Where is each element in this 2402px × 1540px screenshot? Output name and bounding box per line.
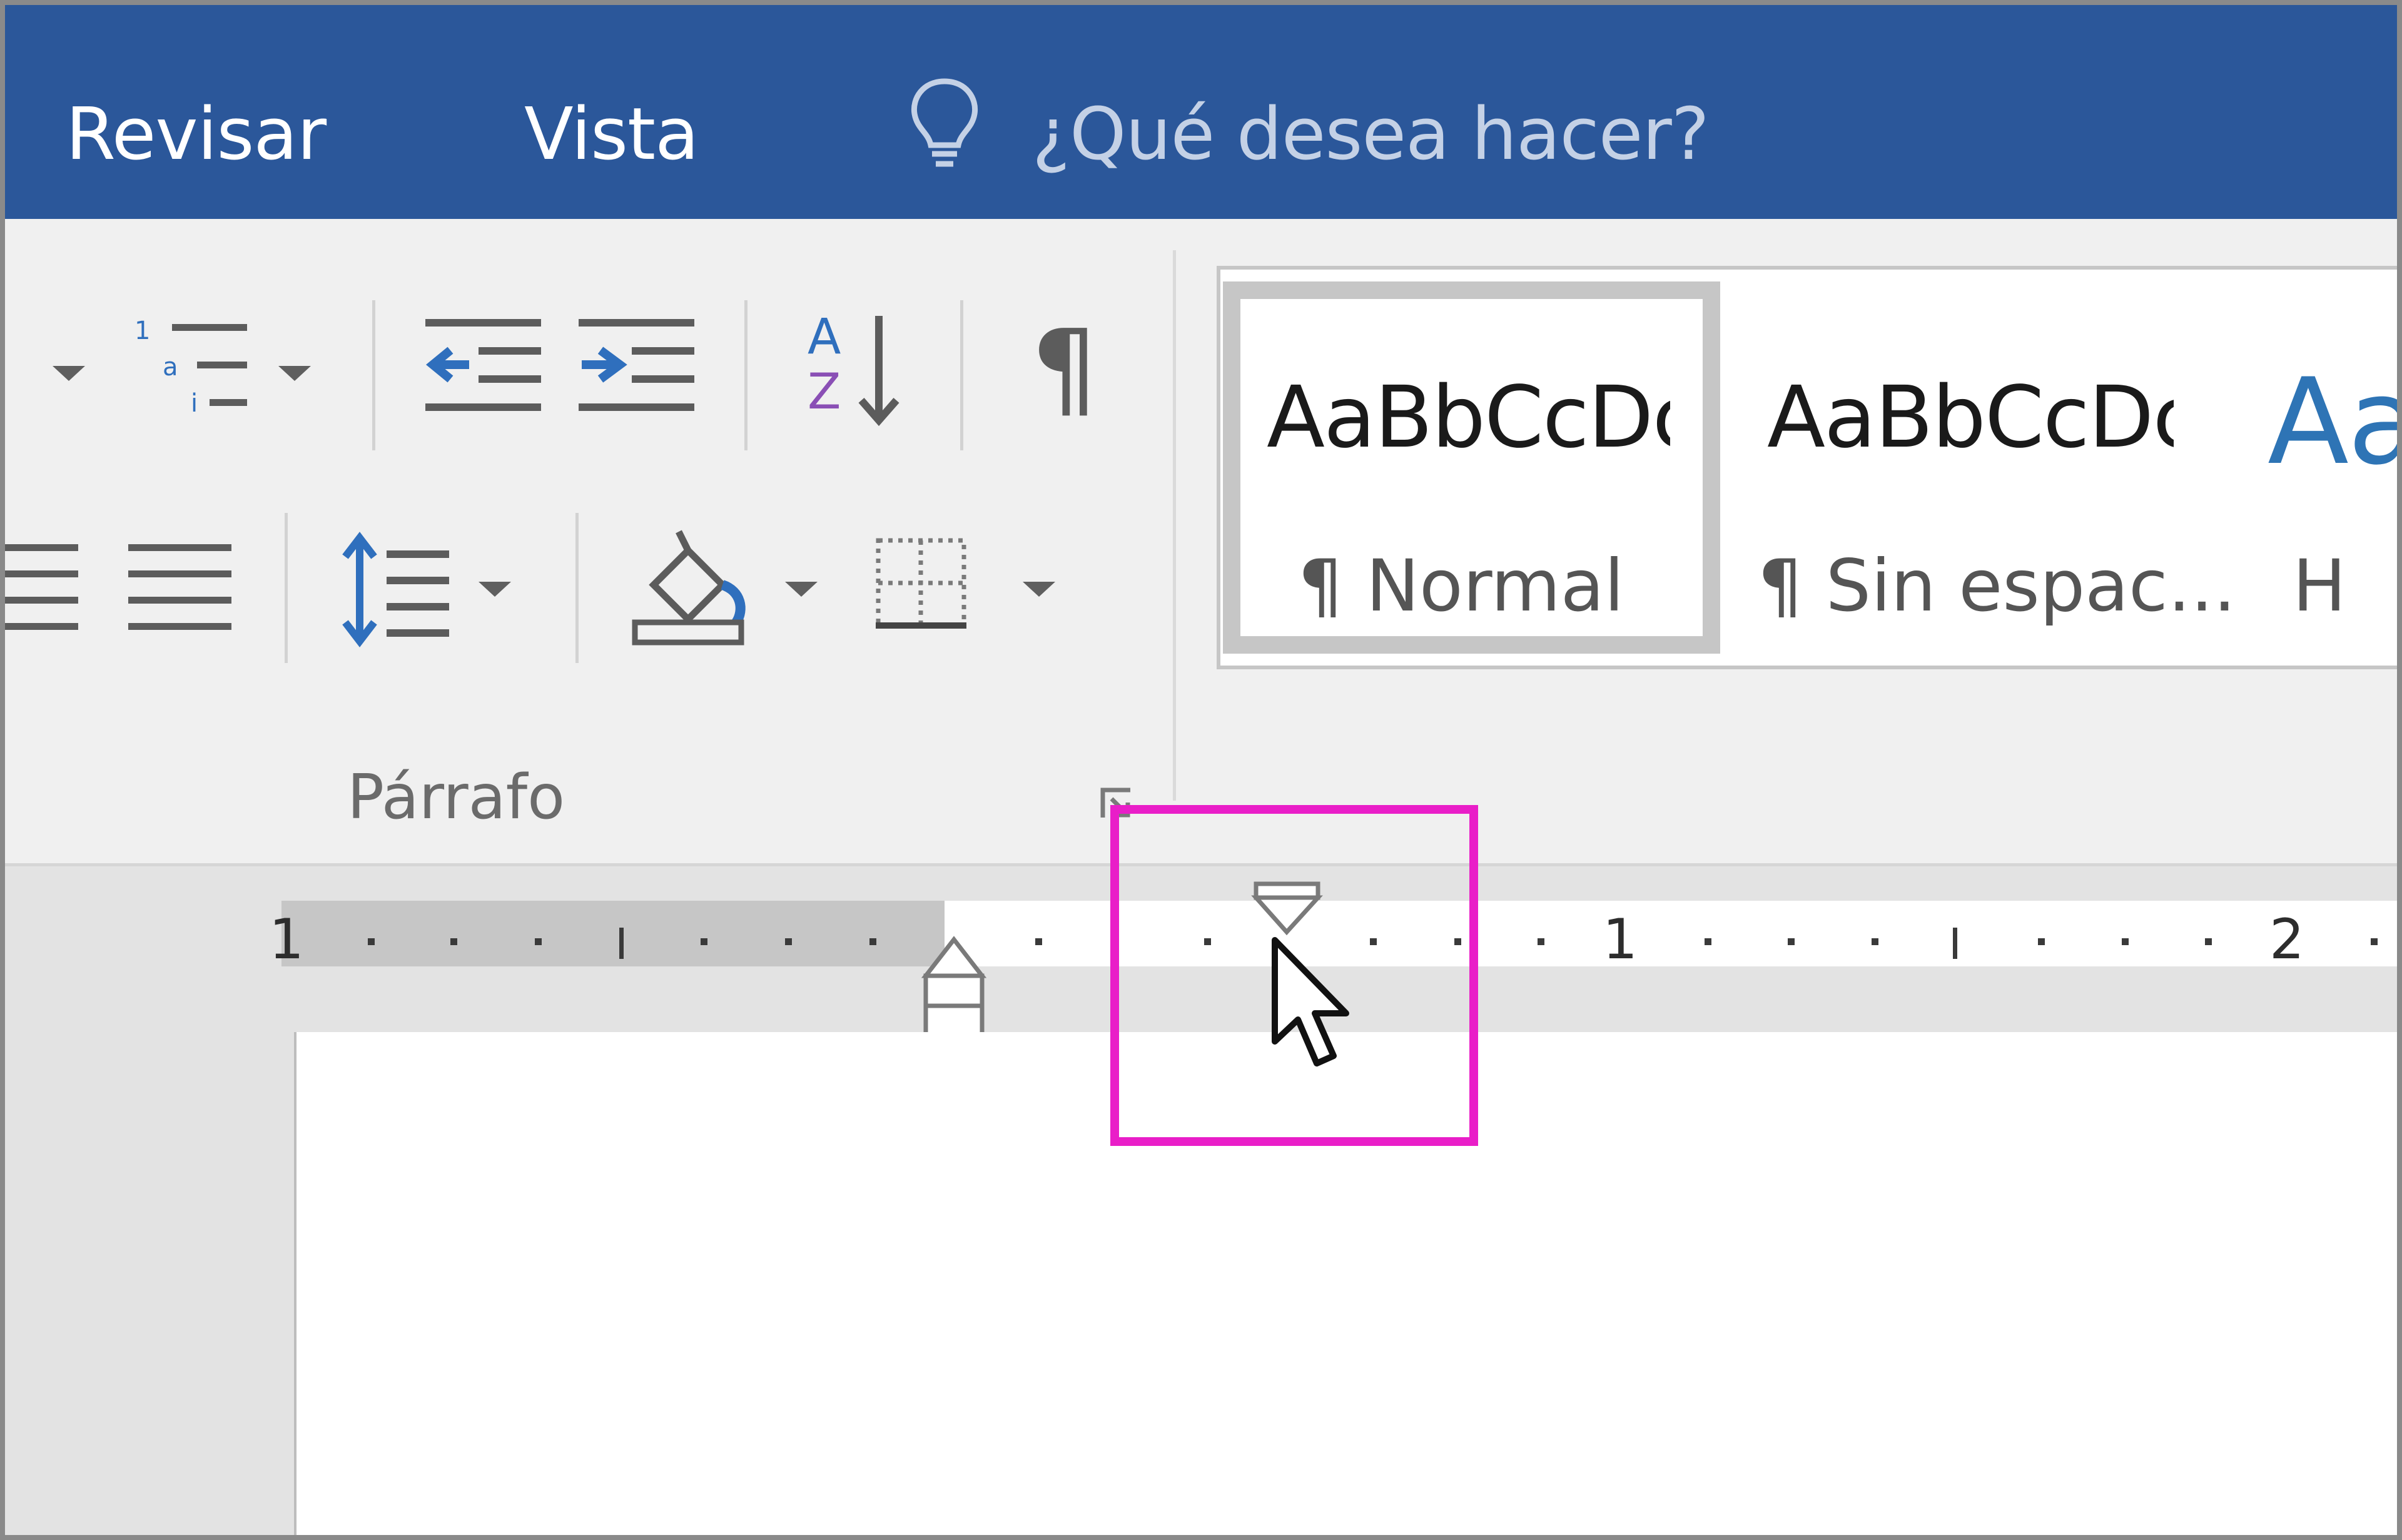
highlight-box [1110,805,1478,1146]
ruler-dot [535,938,542,945]
sort-icon[interactable]: A Z [804,313,910,428]
line-spacing-dropdown-caret[interactable] [479,582,511,597]
svg-text:a: a [163,353,178,382]
style-normal-sample: AaBbCcDc [1267,375,1670,460]
ribbon-tab-bar: Revisar Vista ¿Qué desea hacer? [0,0,2402,219]
style-no-spacing-name: ¶ Sin espac... [1758,544,2236,627]
ruler-dot [1538,938,1544,945]
pilcrow-icon[interactable]: ¶ [1031,316,1098,422]
ruler-tick [1953,928,1957,959]
sort-letter-a: A [808,309,841,365]
ruler-dot [2371,938,2378,945]
ruler-dot [2038,938,2045,945]
decrease-indent-icon[interactable] [425,319,541,419]
shading-icon[interactable] [629,529,754,647]
borders-dropdown-caret[interactable] [1023,582,1055,597]
ruler-dot [450,938,457,945]
group-label-parrafo: Párrafo [347,762,565,833]
ruler-dot [368,938,375,945]
lightbulb-icon [901,75,988,172]
group-separator [1173,250,1176,801]
ruler-dot [1705,938,1711,945]
shading-dropdown-caret[interactable] [785,582,818,597]
multilevel-dropdown-caret[interactable] [278,366,311,381]
ruler-dot [785,938,792,945]
style-normal-name: ¶ Normal [1298,544,1624,627]
tab-vista[interactable]: Vista [524,99,699,171]
ruler-number: 1 [1603,907,1638,971]
borders-icon[interactable] [876,538,966,629]
align-right-icon[interactable] [0,544,78,632]
sort-letter-z: Z [808,364,841,420]
ruler-number: 2 [2269,907,2304,971]
ruler-dot [1035,938,1042,945]
ruler-tick [619,928,624,959]
bullets-dropdown-caret[interactable] [53,366,85,381]
ruler-dot [1788,938,1795,945]
tab-revisar[interactable]: Revisar [66,99,327,171]
svg-text:1: 1 [134,317,150,345]
tell-me-placeholder: ¿Qué desea hacer? [1032,93,1710,176]
ruler-dot [2122,938,2129,945]
separator [285,513,288,663]
ruler-number: 1 [269,907,304,971]
multilevel-list-icon[interactable]: 1 a i [134,313,260,432]
tell-me-box[interactable]: ¿Qué desea hacer? [901,75,1808,176]
separator [575,513,579,663]
line-spacing-icon[interactable] [338,532,450,647]
separator [744,300,747,450]
style-heading-sample: Aa [2268,363,2402,482]
style-heading-name: H [2293,544,2346,627]
left-indent-marker[interactable] [920,932,988,1038]
ruler-dot [1872,938,1878,945]
ruler-dot [2205,938,2212,945]
ruler-dot [869,938,876,945]
style-heading-1[interactable]: Aa H [2233,281,2402,654]
justify-icon[interactable] [128,544,231,632]
increase-indent-icon[interactable] [579,319,694,419]
svg-text:i: i [191,389,198,418]
separator [372,300,375,450]
ruler-left-margin [281,901,945,966]
ruler-dot [701,938,707,945]
separator [960,300,963,450]
style-no-spacing-sample: AaBbCcDc [1767,375,2174,460]
